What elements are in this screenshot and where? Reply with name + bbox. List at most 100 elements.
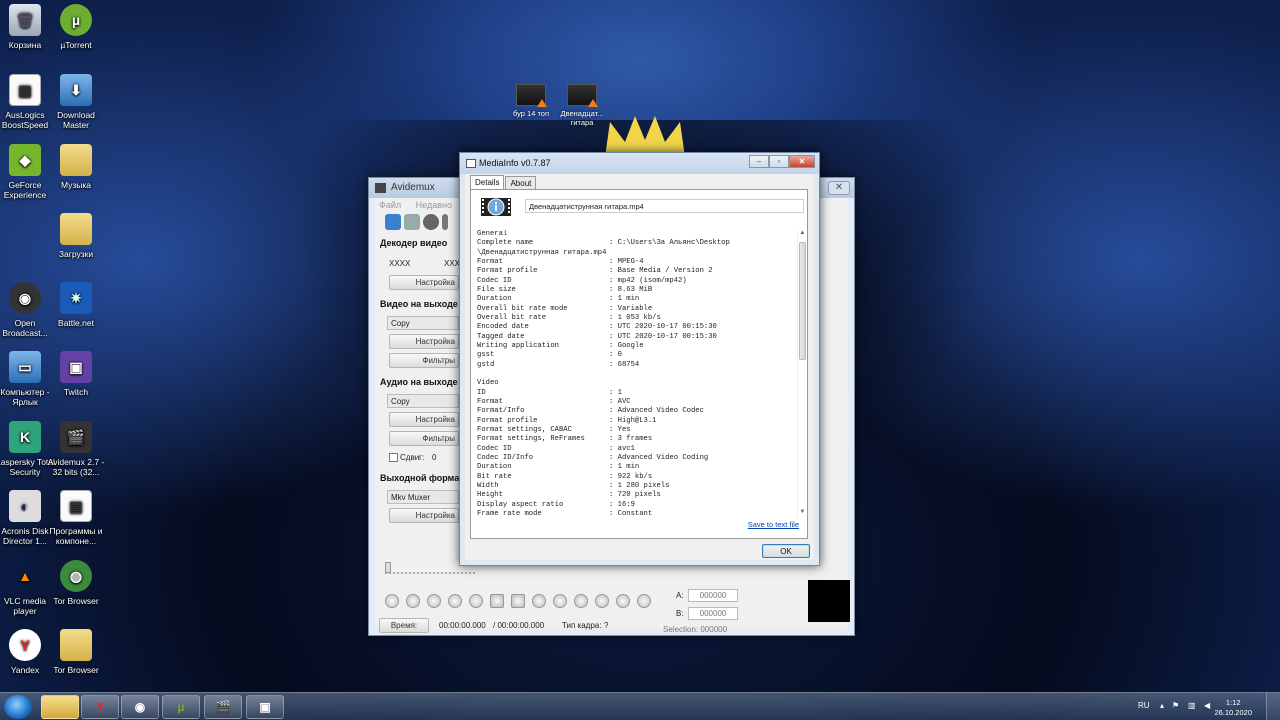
volume-icon[interactable]: ◀ — [1204, 701, 1210, 710]
tab-about[interactable]: About — [505, 176, 537, 189]
file-name-field[interactable]: Двенадцатиструнная гитара.mp4 — [525, 199, 804, 213]
desktop-icon-folder[interactable]: Tor Browser — [43, 629, 109, 675]
prev-black-icon[interactable] — [574, 594, 588, 608]
obs-icon: ◉ — [9, 282, 41, 314]
desktop-file-video-1[interactable]: бур 14 топ — [506, 84, 556, 118]
desktop-icon-twitch[interactable]: ▣ Twitch — [43, 351, 109, 397]
info-key: Codec ID/Info — [477, 453, 534, 462]
mediainfo-titlebar[interactable]: MediaInfo v0.7.87 – ▫ ✕ — [460, 153, 819, 174]
video-filters-button[interactable]: Фильтры — [389, 353, 459, 368]
info-line: Codec ID: mp42 (isom/mp42) — [477, 277, 795, 286]
more-icon[interactable] — [442, 214, 448, 230]
decoder-settings-button[interactable]: Настройка — [389, 275, 459, 290]
clock[interactable]: 1:12 26.10.2020 — [1214, 698, 1252, 718]
muxer-settings-button[interactable]: Настройка — [389, 508, 459, 523]
info-key: Bit rate — [477, 472, 512, 481]
play-icon[interactable] — [385, 594, 399, 608]
rewind-icon[interactable] — [406, 594, 420, 608]
desktop-file-video-2[interactable]: Двенадцат... гитара — [557, 84, 607, 127]
video-settings-button[interactable]: Настройка — [389, 334, 459, 349]
prev-keyframe-icon[interactable] — [532, 594, 546, 608]
tor-browser-icon: ◍ — [60, 560, 92, 592]
computer-icon: ▭ — [9, 351, 41, 383]
close-button[interactable]: ✕ — [828, 181, 850, 195]
flag-icon[interactable]: ⚑ — [1172, 701, 1179, 710]
desktop-icon-folder[interactable]: Загрузки — [43, 213, 109, 259]
obs-icon[interactable]: ◉ — [121, 695, 159, 719]
video-codec-select[interactable]: Copy — [387, 316, 459, 330]
next-frame-icon[interactable] — [469, 594, 483, 608]
auslogics-icon: ▦ — [9, 74, 41, 106]
goto-start-icon[interactable] — [616, 594, 630, 608]
menu-file[interactable]: Файл — [379, 200, 401, 210]
yandex-icon[interactable]: Y — [81, 695, 119, 719]
save-icon[interactable] — [404, 214, 420, 230]
utorrent-icon[interactable]: µ — [162, 695, 200, 719]
details-pane: Двенадцатиструнная гитара.mp4 General Com… — [470, 189, 808, 539]
battlenet-icon: ✷ — [60, 282, 92, 314]
goto-end-icon[interactable] — [637, 594, 651, 608]
desktop-icon-programs[interactable]: ▤ Программы и компоне... — [43, 490, 109, 546]
forward-icon[interactable] — [427, 594, 441, 608]
info-icon[interactable] — [423, 214, 439, 230]
desktop-icon-download-master[interactable]: ⬇ Download Master — [43, 74, 109, 130]
slider-knob[interactable] — [385, 562, 391, 573]
save-to-text-link[interactable]: Save to text file — [748, 520, 799, 529]
next-keyframe-icon[interactable] — [553, 594, 567, 608]
audio-codec-select[interactable]: Copy — [387, 394, 459, 408]
info-line: Height: 720 pixels — [477, 491, 795, 500]
desktop-icon-avidemux[interactable]: 🎬 Avidemux 2.7 - 32 bits (32... — [43, 421, 109, 477]
info-line: gstd: 68754 — [477, 361, 795, 370]
info-line: ID: 1 — [477, 389, 795, 398]
explorer-icon[interactable] — [41, 695, 79, 719]
ok-button[interactable]: OK — [762, 544, 810, 558]
marker-a-icon[interactable] — [490, 594, 504, 608]
info-key: File size — [477, 285, 516, 294]
info-value: : UTC 2020-10-17 00:15:30 — [609, 323, 717, 332]
next-black-icon[interactable] — [595, 594, 609, 608]
audio-filters-button[interactable]: Фильтры — [389, 431, 459, 446]
show-desktop-button[interactable] — [1266, 693, 1280, 720]
info-text-area[interactable]: General Complete name: C:\Users\За Альянс… — [477, 230, 795, 518]
shift-checkbox[interactable] — [389, 453, 398, 462]
desktop-icon-tor-browser[interactable]: ◍ Tor Browser — [43, 560, 109, 606]
maximize-button[interactable]: ▫ — [769, 155, 789, 168]
info-line: Overall bit rate: 1 053 kb/s — [477, 314, 795, 323]
info-key: gsst — [477, 351, 495, 360]
start-button[interactable] — [4, 695, 32, 719]
desktop-icon-battlenet[interactable]: ✷ Battle.net — [43, 282, 109, 328]
marker-a-field[interactable]: 000000 — [688, 589, 738, 602]
audio-settings-button[interactable]: Настройка — [389, 412, 459, 427]
open-icon[interactable] — [385, 214, 401, 230]
shift-value-field[interactable]: 0 — [432, 453, 436, 462]
info-key: Codec ID — [477, 276, 512, 285]
clock-time: 1:12 — [1225, 698, 1241, 707]
muxer-select[interactable]: Mkv Muxer — [387, 490, 459, 504]
avidemux-icon[interactable]: 🎬 — [204, 695, 242, 719]
selection-readout: Selection: 000000 — [663, 625, 728, 634]
desktop-icon-utorrent[interactable]: µ µTorrent — [43, 4, 109, 50]
desktop-icon-label: Загрузки — [58, 249, 94, 259]
tab-details[interactable]: Details — [470, 175, 505, 189]
marker-b-icon[interactable] — [511, 594, 525, 608]
scroll-down-icon[interactable]: ▼ — [798, 509, 807, 518]
language-indicator[interactable]: RU — [1138, 701, 1150, 710]
info-value: : 3 frames — [609, 435, 653, 444]
marker-b-field[interactable]: 000000 — [688, 607, 738, 620]
close-button[interactable]: ✕ — [789, 155, 815, 168]
prev-frame-icon[interactable] — [448, 594, 462, 608]
menu-recent[interactable]: Недавно — [416, 200, 452, 210]
vertical-scrollbar[interactable]: ▲ ▼ — [797, 230, 806, 518]
network-icon[interactable]: ▥ — [1188, 701, 1196, 710]
time-field[interactable]: 00:00:00.000 — [439, 621, 486, 630]
scroll-up-icon[interactable]: ▲ — [798, 230, 807, 239]
minimize-button[interactable]: – — [749, 155, 769, 168]
tray-arrow-icon[interactable]: ▴ — [1160, 701, 1164, 710]
scroll-thumb[interactable] — [799, 242, 806, 360]
window-title: Avidemux — [391, 182, 435, 193]
kaspersky-icon: K — [9, 421, 41, 453]
desktop-icon-folder[interactable]: Музыка — [43, 144, 109, 190]
mediainfo-icon[interactable]: ▣ — [246, 695, 284, 719]
time-button[interactable]: Время: — [379, 618, 429, 633]
folder-icon — [60, 144, 92, 176]
